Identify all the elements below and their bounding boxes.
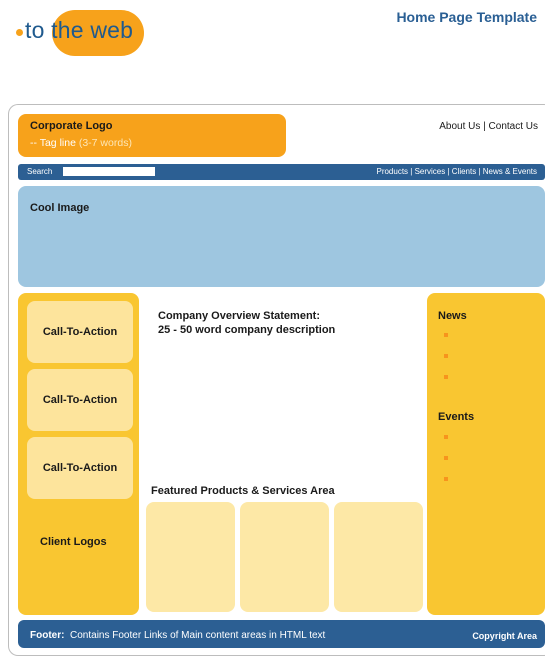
- featured-box-3[interactable]: [334, 502, 423, 612]
- copyright-area: Copyright Area: [472, 631, 537, 641]
- footer-label: Footer:: [30, 630, 65, 641]
- events-bullet-icon: [444, 456, 448, 460]
- featured-label: Featured Products & Services Area: [151, 485, 335, 497]
- call-to-action-button-3[interactable]: Call-To-Action: [27, 437, 133, 499]
- call-to-action-button-2[interactable]: Call-To-Action: [27, 369, 133, 431]
- tagline-hint: (3-7 words): [78, 137, 132, 149]
- brand-prefix: to: [25, 17, 52, 43]
- news-heading: News: [438, 310, 467, 322]
- footer-text: Footer: Contains Footer Links of Main co…: [30, 630, 325, 641]
- cool-image-label: Cool Image: [30, 202, 90, 214]
- news-bullet-icon: [444, 333, 448, 337]
- overview-description: 25 - 50 word company description: [158, 324, 336, 336]
- events-heading: Events: [438, 411, 475, 423]
- page-title: Home Page Template: [396, 9, 537, 25]
- client-logos-label: Client Logos: [40, 536, 107, 548]
- brand-circled: the web: [51, 17, 134, 43]
- tagline: -- Tag line (3-7 words): [30, 137, 132, 149]
- news-bullet-icon: [444, 375, 448, 379]
- nav-links[interactable]: Products | Services | Clients | News & E…: [376, 167, 537, 176]
- events-bullet-icon: [444, 477, 448, 481]
- events-bullet-icon: [444, 435, 448, 439]
- featured-box-2[interactable]: [240, 502, 329, 612]
- call-to-action-button-1[interactable]: Call-To-Action: [27, 301, 133, 363]
- featured-box-1[interactable]: [146, 502, 235, 612]
- footer-description: Contains Footer Links of Main content ar…: [70, 630, 326, 641]
- tagline-text: -- Tag line: [30, 137, 79, 149]
- overview-title: Company Overview Statement:: [158, 310, 320, 322]
- top-links[interactable]: About Us | Contact Us: [439, 121, 538, 132]
- search-input[interactable]: [63, 167, 155, 176]
- news-bullet-icon: [444, 354, 448, 358]
- search-label: Search: [27, 167, 53, 176]
- cool-image-area: [18, 186, 545, 287]
- corporate-logo-label: Corporate Logo: [30, 120, 113, 132]
- brand-dot-icon: [16, 29, 23, 36]
- right-column: [427, 293, 545, 615]
- brand-logo[interactable]: to the web: [25, 17, 133, 44]
